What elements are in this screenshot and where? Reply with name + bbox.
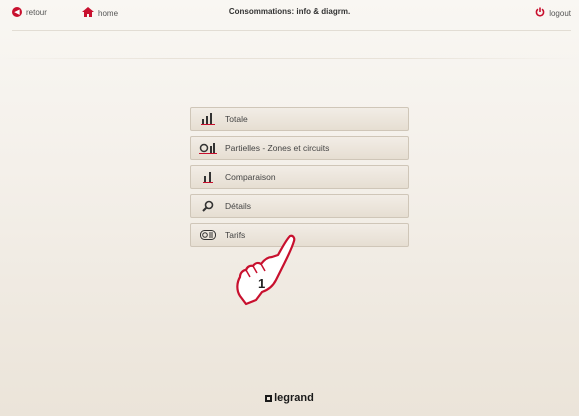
menu-item-comparaison[interactable]: Comparaison [190,165,409,189]
menu-item-partielles[interactable]: Partielles - Zones et circuits [190,136,409,160]
tariff-icon [191,224,225,246]
pointing-hand-icon: 1 [236,234,296,306]
brand-name: legrand [274,392,314,404]
menu-item-totale[interactable]: Totale [190,107,409,131]
legrand-square-icon [265,395,273,402]
step-number: 1 [258,276,265,291]
logout-button[interactable]: logout [535,7,571,20]
menu-item-label: Comparaison [225,172,276,182]
comparison-chart-icon [191,166,225,188]
zones-chart-icon [191,137,225,159]
menu-item-label: Totale [225,114,248,124]
logout-label: logout [549,9,571,18]
legrand-logo: legrand [0,392,579,404]
magnifier-icon [191,195,225,217]
menu-item-details[interactable]: Détails [190,194,409,218]
pointing-hand-annotation: 1 [228,230,308,314]
menu-item-label: Détails [225,201,251,211]
top-bar: ◀ retour home Consommations: info & diag… [0,0,579,28]
section-divider [0,58,579,59]
page-title: Consommations: info & diagrm. [228,7,351,16]
power-icon [535,7,545,20]
bar-chart-icon [191,108,225,130]
top-divider [12,30,571,31]
menu-item-label: Partielles - Zones et circuits [225,143,330,153]
